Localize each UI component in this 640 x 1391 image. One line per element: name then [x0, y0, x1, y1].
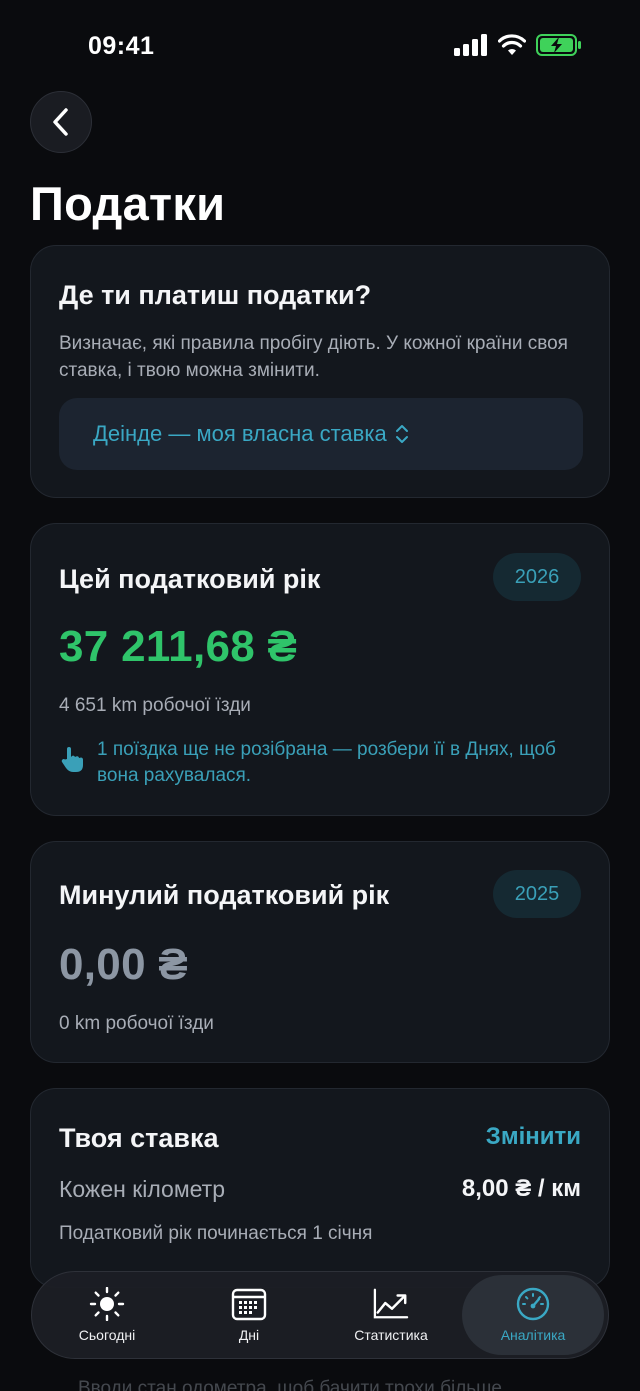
- per-km-label: Кожен кілометр: [59, 1176, 226, 1202]
- previous-year-km: 0 km робочої їзди: [59, 1013, 214, 1034]
- signal-icon: [454, 34, 487, 56]
- chevron-left-icon: [53, 108, 68, 136]
- calendar-icon: [231, 1288, 267, 1321]
- sun-icon: [89, 1287, 125, 1321]
- tax-location-selected: Деінде — моя власна ставка: [93, 421, 387, 446]
- rate-card: Твоя ставка Змінити Кожен кілометр 8,00 …: [30, 1088, 610, 1288]
- battery-icon: [536, 34, 581, 56]
- status-icons: [454, 34, 582, 56]
- current-year-km: 4 651 km робочої їзди: [59, 695, 251, 716]
- change-rate-link[interactable]: Змінити: [486, 1123, 581, 1151]
- tab-today-label: Сьогодні: [78, 1327, 136, 1343]
- wifi-icon: [498, 34, 526, 55]
- status-bar: 09:41: [0, 0, 640, 90]
- unsorted-trip-hint-text: 1 поїздка ще не розібрана — розбери її в…: [97, 739, 556, 786]
- previous-year-heading: Минулий податковий рік: [59, 880, 390, 910]
- status-time: 09:41: [88, 32, 155, 60]
- page-title: Податки: [30, 177, 226, 230]
- current-year-badge: 2026: [493, 553, 581, 601]
- tab-analytics[interactable]: Аналітика: [462, 1275, 604, 1355]
- tab-today[interactable]: Сьогодні: [36, 1275, 178, 1355]
- gauge-icon: [516, 1287, 550, 1321]
- tax-location-select[interactable]: Деінде — моя власна ставка: [59, 398, 583, 470]
- tab-bar: Сьогодні Дні Статистика Аналітика: [31, 1271, 609, 1359]
- previous-year-badge: 2025: [493, 870, 581, 918]
- rate-heading: Твоя ставка: [59, 1123, 219, 1153]
- chart-icon: [373, 1288, 409, 1319]
- tab-days[interactable]: Дні: [178, 1275, 320, 1355]
- tax-year-note: Податковий рік починається 1 січня: [59, 1223, 373, 1244]
- odometer-hint-text: Вводи стан одометра, щоб бачити трохи бі…: [78, 1378, 502, 1391]
- tab-analytics-label: Аналітика: [500, 1327, 566, 1343]
- previous-year-card: Минулий податковий рік 2025 0,00 ₴ 0 km …: [30, 841, 610, 1063]
- back-button[interactable]: [30, 91, 92, 153]
- current-year-amount: 37 211,68 ₴: [59, 622, 298, 671]
- tax-location-card: Де ти платиш податки? Визначає, які прав…: [30, 245, 610, 498]
- current-year-heading: Цей податковий рік: [59, 564, 321, 594]
- per-km-value: 8,00 ₴ / км: [461, 1175, 581, 1202]
- tax-location-heading: Де ти платиш податки?: [59, 280, 372, 310]
- tax-location-description: Визначає, які правила пробігу діють. У к…: [59, 333, 568, 381]
- tab-days-label: Дні: [238, 1327, 260, 1343]
- tab-statistics-label: Статистика: [354, 1327, 428, 1343]
- unsorted-trip-hint[interactable]: 1 поїздка ще не розібрана — розбери її в…: [59, 737, 589, 789]
- previous-year-amount: 0,00 ₴: [59, 940, 189, 989]
- tab-statistics[interactable]: Статистика: [320, 1275, 462, 1355]
- hand-pointer-icon: [61, 747, 83, 772]
- chevron-up-down-icon: [395, 425, 408, 443]
- current-year-card: Цей податковий рік 2026 37 211,68 ₴ 4 65…: [30, 523, 610, 816]
